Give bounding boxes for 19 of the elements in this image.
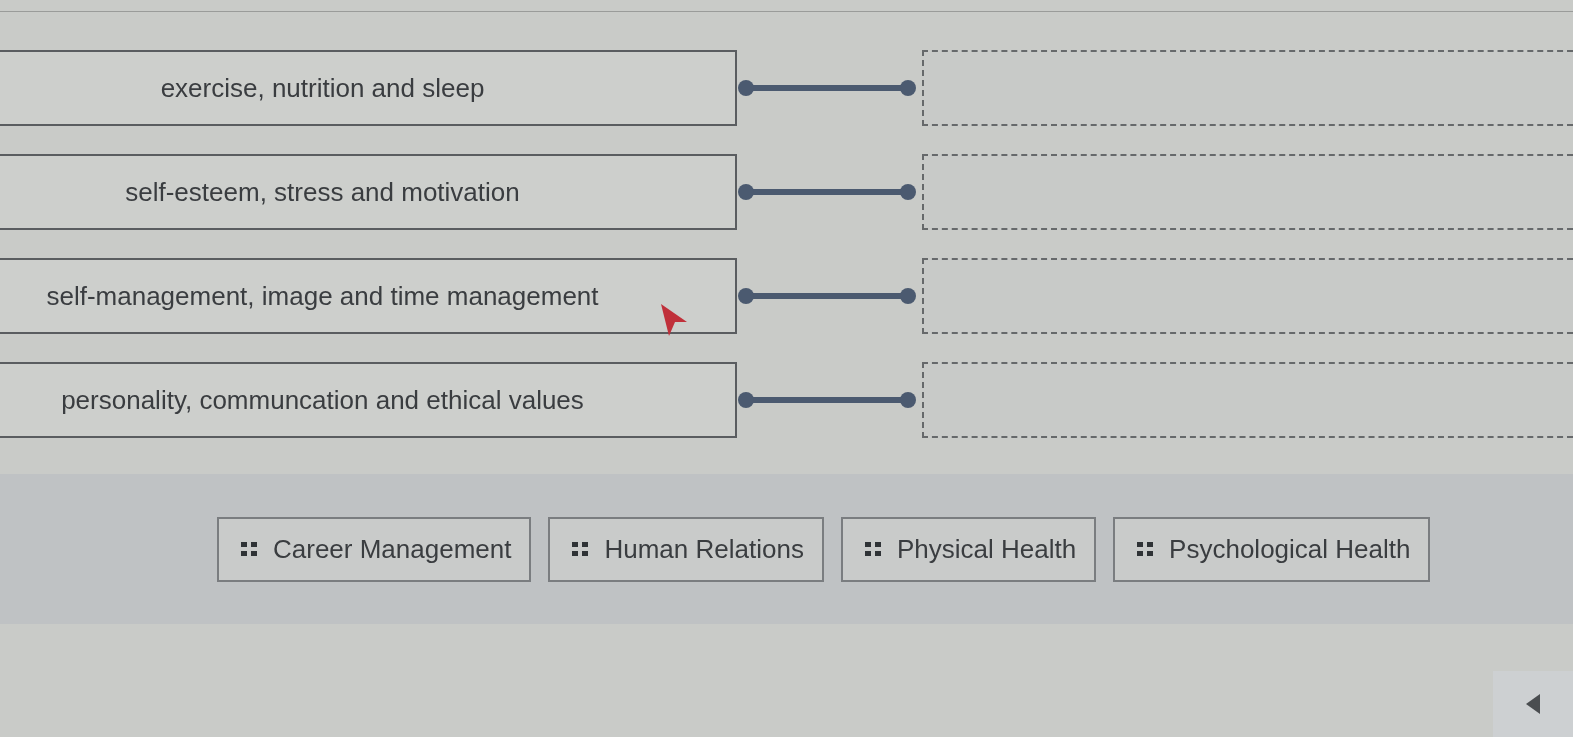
grip-icon <box>1137 542 1154 556</box>
drop-zone[interactable] <box>922 362 1573 438</box>
drop-zone[interactable] <box>922 258 1573 334</box>
grip-icon <box>241 542 257 556</box>
prompt-text: exercise, nutrition and sleep <box>160 71 485 105</box>
prompt-text: personality, communcation and ethical values <box>61 383 584 417</box>
option-chip[interactable]: Physical Health <box>840 516 1097 582</box>
left-triangle-icon <box>1526 694 1540 714</box>
option-chip[interactable]: Human Relations <box>548 516 824 582</box>
grip-icon <box>864 542 881 556</box>
mouse-pointer-icon <box>661 304 687 336</box>
prompt-text: self-management, image and time management <box>46 279 599 313</box>
prompt-text: self-esteem, stress and motivation <box>125 175 520 209</box>
drop-zone[interactable] <box>922 154 1573 230</box>
option-chip[interactable]: Career Management <box>217 516 532 582</box>
arrow-button[interactable] <box>1493 671 1573 737</box>
drop-zone[interactable] <box>922 50 1573 126</box>
grip-icon <box>572 542 589 556</box>
option-chip[interactable]: Psychological Health <box>1113 516 1431 582</box>
